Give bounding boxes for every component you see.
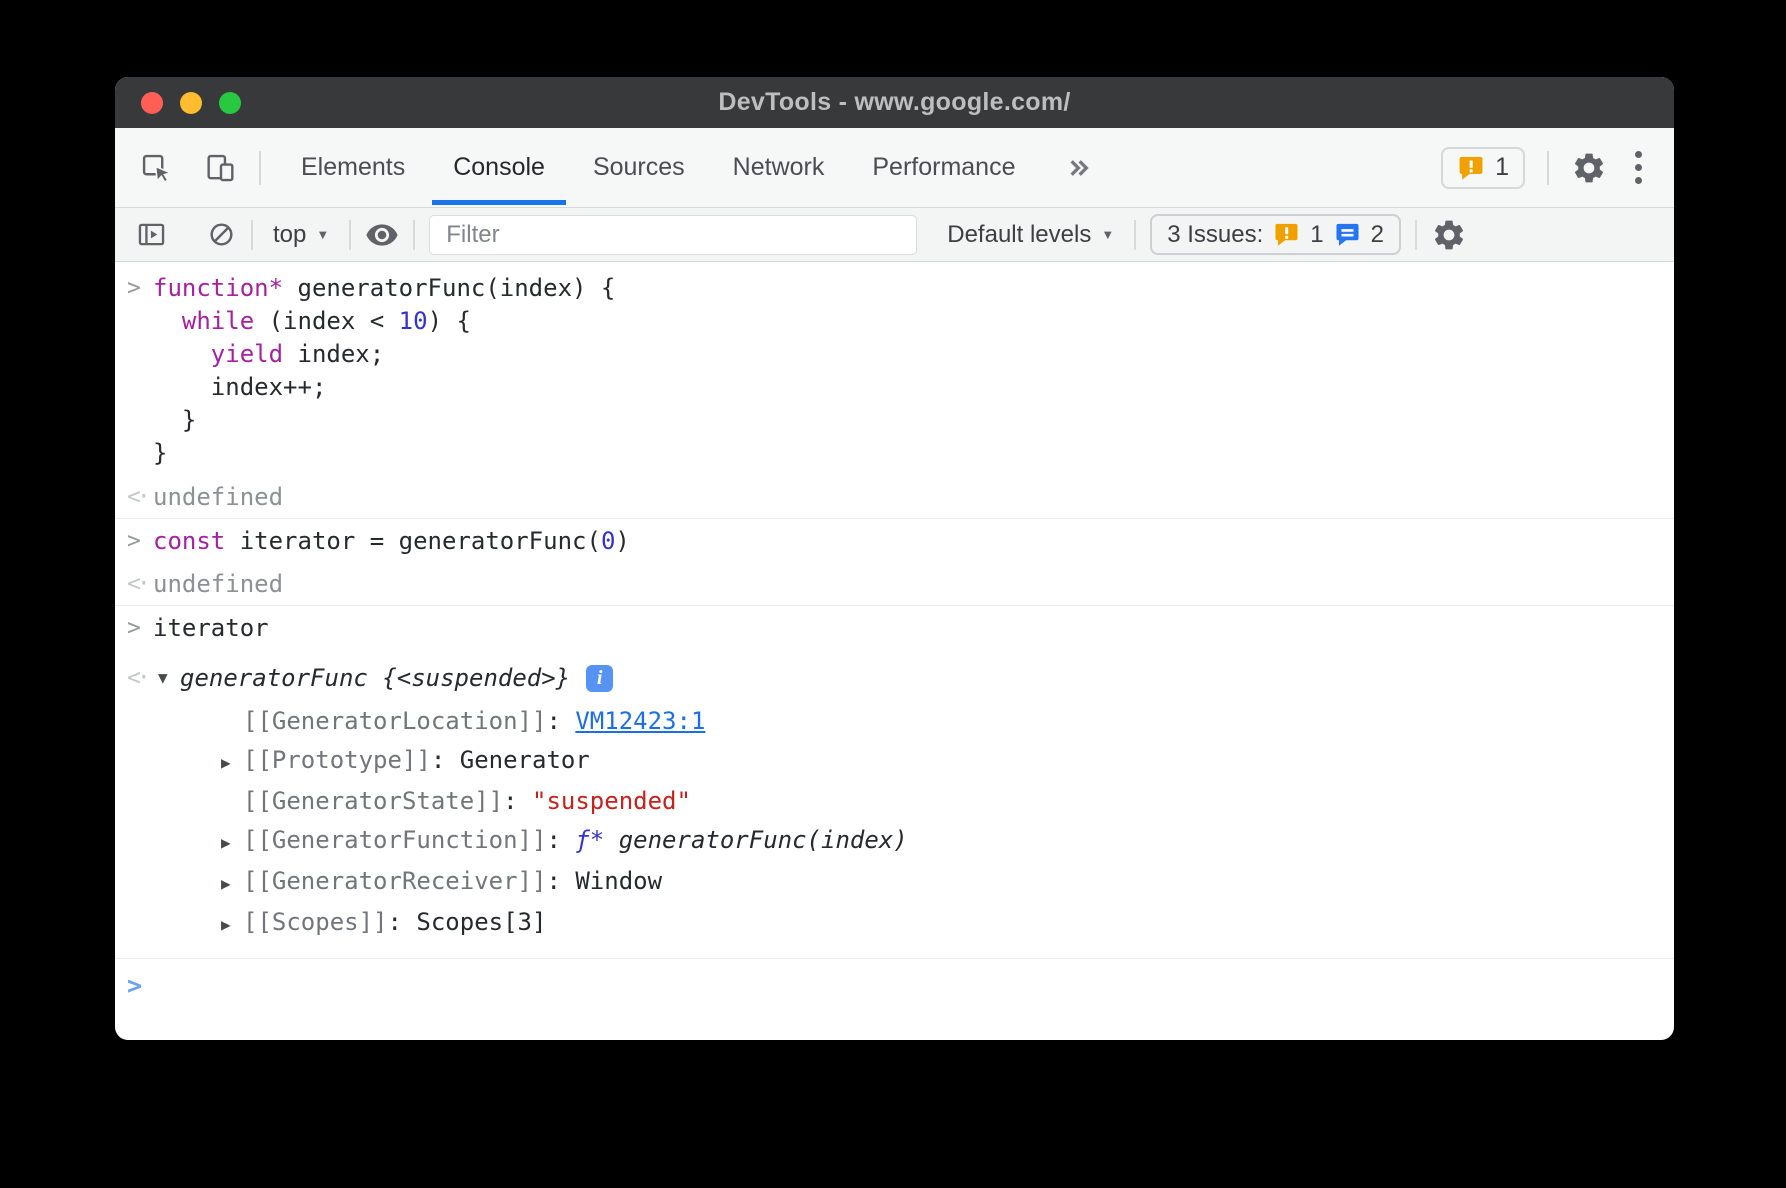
issue-message-icon: [1334, 221, 1361, 248]
divider: [1415, 220, 1417, 250]
console-settings-gear-icon[interactable]: [1431, 217, 1467, 253]
tab-bar-right: 1: [1441, 147, 1648, 189]
prompt-chevron-icon: >: [127, 971, 142, 1000]
tab-console[interactable]: Console: [429, 128, 569, 207]
tab-elements[interactable]: Elements: [277, 128, 429, 207]
device-toolbar-icon[interactable]: [203, 151, 237, 185]
object-name: generatorFunc: [180, 656, 368, 700]
info-icon[interactable]: i: [586, 665, 613, 692]
return-value-icon: <·: [127, 569, 153, 599]
devtools-tab-bar: Elements Console Sources Network Perform…: [115, 128, 1674, 208]
divider: [1547, 151, 1549, 185]
expand-triangle-icon[interactable]: ▶: [221, 905, 243, 944]
expand-triangle-icon[interactable]: ▶: [221, 864, 243, 903]
divider: [349, 220, 351, 250]
result-value: undefined: [153, 569, 283, 599]
console-result-entry: <· undefined: [115, 476, 1674, 518]
property-row[interactable]: ▶ [[GeneratorFunction]]: ƒ* generatorFun…: [221, 821, 908, 862]
clear-console-icon[interactable]: [206, 219, 237, 250]
settings-gear-icon[interactable]: [1571, 150, 1607, 186]
issue-warning-icon: [1457, 154, 1485, 182]
console-input-code: function* generatorFunc(index) { while (…: [153, 272, 615, 470]
object-tree: ▼ generatorFunc {<suspended>} i [[Genera…: [153, 656, 908, 944]
filter-input[interactable]: [429, 215, 917, 255]
expand-triangle-icon[interactable]: ▶: [221, 823, 243, 862]
input-chevron-icon: >: [127, 272, 153, 304]
console-input-entry: > iterator: [115, 606, 1674, 650]
panel-tabs: Elements Console Sources Network Perform…: [277, 128, 1039, 207]
window-title: DevTools - www.google.com/: [718, 88, 1070, 117]
divider: [259, 151, 261, 185]
object-header[interactable]: ▼ generatorFunc {<suspended>} i: [153, 656, 908, 700]
issues-message-count: 2: [1371, 221, 1384, 249]
console-log: > function* generatorFunc(index) { while…: [115, 262, 1674, 1006]
property-row: [[GeneratorState]]: "suspended": [221, 782, 908, 821]
result-value: undefined: [153, 482, 283, 512]
collapse-triangle-icon[interactable]: ▼: [158, 656, 180, 700]
issues-count: 1: [1495, 153, 1509, 182]
live-expression-eye-icon[interactable]: [365, 218, 399, 252]
issues-counter-button[interactable]: 1: [1441, 147, 1525, 189]
console-prompt[interactable]: >: [115, 959, 1674, 1006]
more-options-kebab-icon[interactable]: [1629, 151, 1648, 184]
close-window-button[interactable]: [141, 92, 163, 114]
issue-warning-icon: [1273, 221, 1300, 248]
log-levels-dropdown[interactable]: Default levels ▼: [941, 221, 1120, 249]
console-input-entry: > const iterator = generatorFunc(0): [115, 519, 1674, 563]
context-selector-label: top: [273, 221, 306, 249]
property-row[interactable]: ▶ [[Scopes]]: Scopes[3]: [221, 903, 908, 944]
console-input-code: iterator: [153, 612, 269, 644]
issues-summary-button[interactable]: 3 Issues: 1 2: [1150, 214, 1401, 255]
context-selector[interactable]: top ▼: [267, 221, 335, 249]
input-chevron-icon: >: [127, 612, 153, 644]
chevron-down-icon: ▼: [1101, 227, 1114, 242]
console-result-entry: <· ▼ generatorFunc {<suspended>} i [[Gen…: [115, 650, 1674, 950]
console-input-entry: > function* generatorFunc(index) { while…: [115, 266, 1674, 476]
traffic-lights: [141, 77, 241, 128]
more-tabs-icon[interactable]: [1063, 152, 1095, 184]
title-bar: DevTools - www.google.com/: [115, 77, 1674, 128]
expand-triangle-icon[interactable]: ▶: [221, 743, 243, 782]
inspect-element-icon[interactable]: [139, 151, 173, 185]
console-sidebar-icon[interactable]: [135, 218, 168, 251]
tab-network[interactable]: Network: [709, 128, 849, 207]
divider: [413, 220, 415, 250]
chevron-down-icon: ▼: [316, 227, 329, 242]
devtools-window: DevTools - www.google.com/: [115, 77, 1674, 1040]
object-preview: {<suspended>}: [368, 656, 570, 700]
tab-sources[interactable]: Sources: [569, 128, 709, 207]
return-value-icon: <·: [127, 656, 153, 700]
minimize-window-button[interactable]: [180, 92, 202, 114]
divider: [251, 220, 253, 250]
return-value-icon: <·: [127, 482, 153, 512]
property-row: [[GeneratorLocation]]: VM12423:1: [221, 702, 908, 741]
maximize-window-button[interactable]: [219, 92, 241, 114]
input-chevron-icon: >: [127, 525, 153, 557]
desktop-background: DevTools - www.google.com/: [0, 0, 1786, 1188]
source-location-link[interactable]: VM12423:1: [575, 702, 705, 741]
issues-summary-label: 3 Issues:: [1167, 221, 1263, 249]
console-toolbar: top ▼ Default levels ▼ 3 Issues:: [115, 208, 1674, 262]
property-row[interactable]: ▶ [[GeneratorReceiver]]: Window: [221, 862, 908, 903]
property-row[interactable]: ▶ [[Prototype]]: Generator: [221, 741, 908, 782]
tab-performance[interactable]: Performance: [848, 128, 1039, 207]
divider: [1134, 220, 1136, 250]
tab-bar-left-icons: [139, 151, 237, 185]
log-levels-label: Default levels: [947, 221, 1091, 249]
object-properties: [[GeneratorLocation]]: VM12423:1 ▶ [[Pro…: [221, 702, 908, 944]
console-result-entry: <· undefined: [115, 563, 1674, 605]
issues-error-count: 1: [1310, 221, 1323, 249]
active-tab-underline: [432, 200, 566, 205]
